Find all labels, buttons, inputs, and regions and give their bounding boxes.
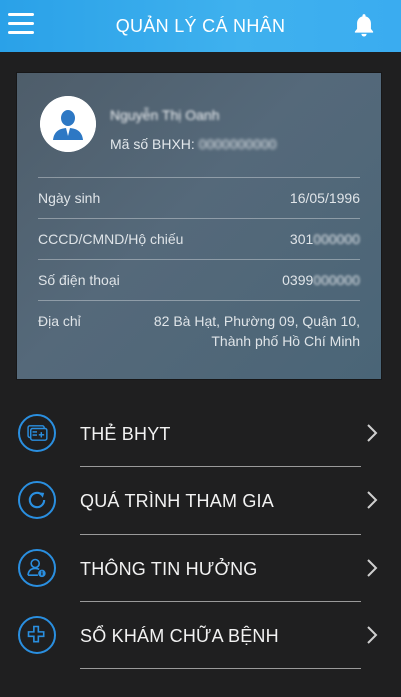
profile-name: Nguyễn Thị Oanh	[110, 107, 220, 123]
user-avatar-icon	[40, 96, 96, 152]
bhxh-row: Mã số BHXH: 0000000000	[110, 136, 277, 152]
menu-item-bhyt[interactable]: THẺ BHYT	[0, 400, 401, 467]
divider	[80, 668, 361, 669]
bhxh-label: Mã số BHXH:	[110, 136, 195, 152]
address-label: Địa chỉ	[38, 313, 81, 329]
menu-item-benefits-info[interactable]: THÔNG TIN HƯỞNG	[0, 535, 401, 602]
menu-label: THẺ BHYT	[80, 424, 171, 444]
medical-cross-icon	[18, 616, 56, 654]
chevron-right-icon	[367, 491, 378, 509]
id-label: CCCD/CMND/Hộ chiếu	[38, 231, 184, 247]
phone-value: 0399000000	[282, 272, 360, 288]
dob-value: 16/05/1996	[289, 190, 360, 206]
bell-icon[interactable]	[351, 12, 377, 38]
chevron-right-icon	[367, 626, 378, 644]
dob-label: Ngày sinh	[38, 190, 101, 206]
divider	[38, 259, 360, 260]
history-refresh-icon	[18, 481, 56, 519]
address-value: 82 Bà Hạt, Phường 09, Quận 10, Thành phố…	[153, 313, 360, 349]
page-title: QUẢN LÝ CÁ NHÂN	[115, 16, 286, 36]
user-info-icon	[18, 549, 56, 587]
phone-label: Số điện thoại	[38, 272, 120, 288]
app-header: QUẢN LÝ CÁ NHÂN	[0, 0, 401, 52]
menu-label: THÔNG TIN HƯỞNG	[80, 559, 258, 579]
id-value: 301000000	[289, 231, 360, 247]
menu-item-participation-history[interactable]: QUÁ TRÌNH THAM GIA	[0, 467, 401, 534]
divider	[38, 218, 360, 219]
menu-label: SỔ KHÁM CHỮA BỆNH	[80, 626, 279, 646]
chevron-right-icon	[367, 424, 378, 442]
avatar	[40, 96, 96, 152]
divider	[38, 300, 360, 301]
menu-item-medical-book[interactable]: SỔ KHÁM CHỮA BỆNH	[0, 602, 401, 669]
menu-label: QUÁ TRÌNH THAM GIA	[80, 491, 274, 511]
health-card-icon	[18, 414, 56, 452]
chevron-right-icon	[367, 559, 378, 577]
bhxh-value: 0000000000	[198, 136, 277, 152]
divider	[38, 177, 360, 178]
profile-card: Nguyễn Thị Oanh Mã số BHXH: 0000000000 N…	[17, 73, 381, 379]
